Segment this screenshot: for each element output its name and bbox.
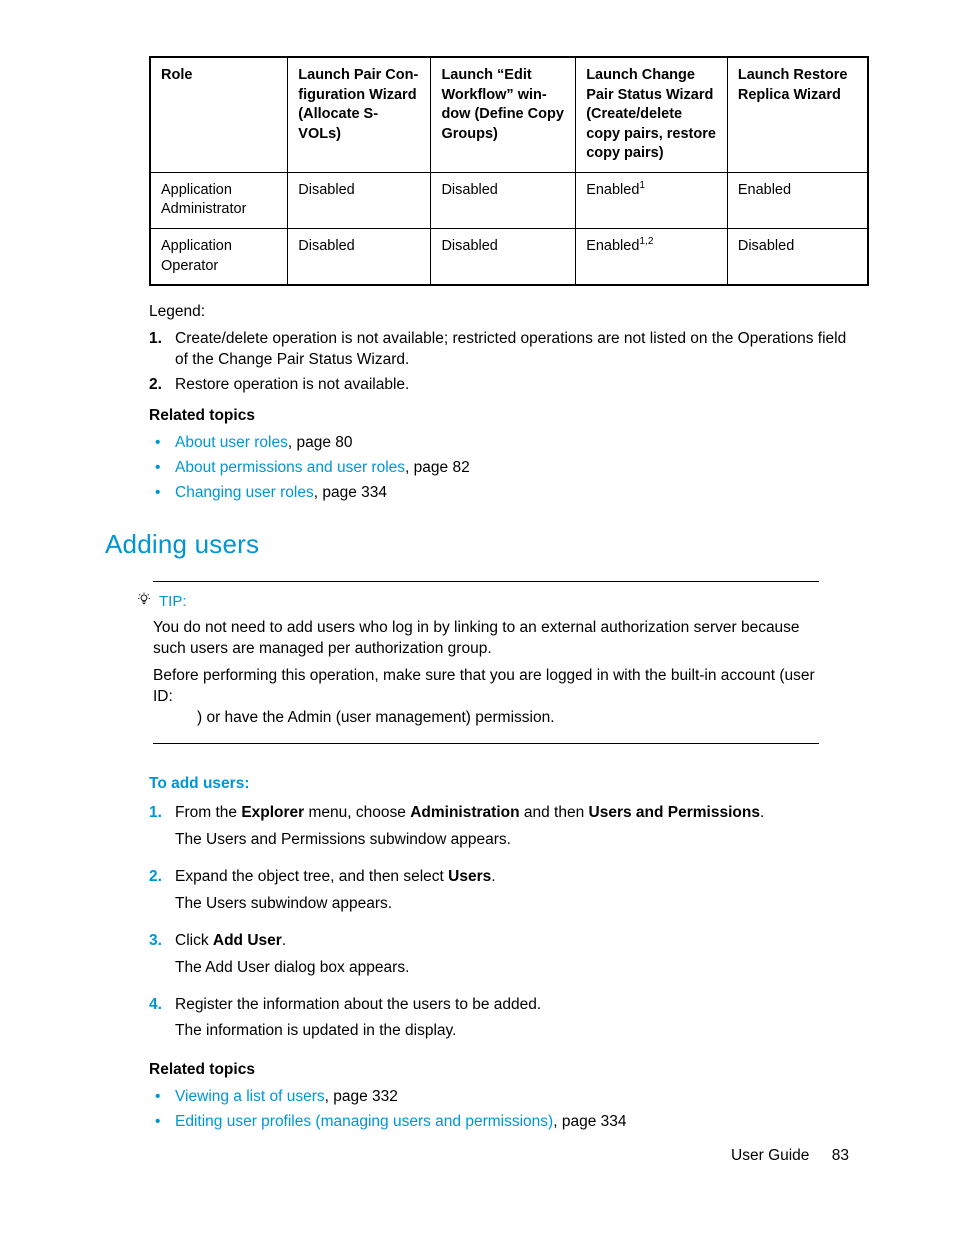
step-result: The Users and Permissions subwindow appe…	[175, 830, 849, 851]
page: Role Launch Pair Con­figuration Wizard (…	[0, 0, 954, 1235]
col-launch-pair: Launch Pair Con­figuration Wizard (Alloc…	[288, 57, 431, 172]
cell: Disabled	[288, 172, 431, 228]
link-changing-user-roles[interactable]: Changing user roles	[175, 484, 314, 501]
cell-role: Application Adminis­trator	[150, 172, 288, 228]
step-result: The Add User dialog box appears.	[175, 958, 849, 979]
cell: Enabled1	[576, 172, 728, 228]
step-2: 2. Expand the object tree, and then sele…	[149, 867, 849, 923]
table-row: Application Operator Disabled Disabled E…	[150, 228, 868, 285]
cell: Enabled	[727, 172, 868, 228]
related-topics-list: About user roles, page 80 About permissi…	[155, 433, 849, 504]
step-num: 1.	[149, 803, 175, 859]
table-row: Application Adminis­trator Disabled Disa…	[150, 172, 868, 228]
step-num: 2.	[149, 867, 175, 923]
tip-text-2: Before performing this operation, make s…	[153, 666, 819, 729]
step-num: 3.	[149, 931, 175, 987]
legend-item: 2. Restore operation is not available.	[149, 375, 849, 396]
tip-text-1: You do not need to add users who log in …	[153, 618, 819, 660]
legend-text: Create/delete operation is not available…	[175, 329, 849, 371]
cell: Disabled	[288, 228, 431, 285]
step-result: The Users subwindow appears.	[175, 894, 849, 915]
lightbulb-icon	[137, 592, 151, 613]
step-4: 4. Register the information about the us…	[149, 995, 849, 1051]
tip-rule-bottom	[153, 743, 819, 744]
link-about-user-roles[interactable]: About user roles	[175, 434, 288, 451]
link-editing-profiles[interactable]: Editing user profiles (managing users an…	[175, 1113, 553, 1130]
cell: Enabled1,2	[576, 228, 728, 285]
procedure-steps: 1. From the Explorer menu, choose Admini…	[149, 803, 849, 1050]
col-role: Role	[150, 57, 288, 172]
step-3: 3. Click Add User. The Add User dialog b…	[149, 931, 849, 987]
legend-list: 1. Create/delete operation is not availa…	[149, 329, 849, 396]
cell-role: Application Operator	[150, 228, 288, 285]
table-header-row: Role Launch Pair Con­figuration Wizard (…	[150, 57, 868, 172]
legend-label: Legend:	[149, 302, 849, 323]
section-heading-adding-users: Adding users	[105, 527, 849, 562]
col-restore-replica: Launch Restore Replica Wizard	[727, 57, 868, 172]
related-link-item: Changing user roles, page 334	[155, 483, 849, 504]
related-topics-heading-2: Related topics	[149, 1060, 849, 1081]
page-footer: User Guide 83	[731, 1146, 849, 1167]
related-topics-list-2: Viewing a list of users, page 332 Editin…	[155, 1087, 849, 1133]
col-edit-workflow: Launch “Edit Workflow” win­dow (Define C…	[431, 57, 576, 172]
legend-num: 1.	[149, 329, 175, 371]
permissions-table: Role Launch Pair Con­figuration Wizard (…	[149, 56, 869, 286]
cell: Disabled	[431, 172, 576, 228]
cell: Disabled	[727, 228, 868, 285]
cell: Disabled	[431, 228, 576, 285]
page-number: 83	[832, 1147, 849, 1164]
procedure-heading: To add users:	[149, 774, 849, 795]
step-result: The information is updated in the displa…	[175, 1021, 849, 1042]
step-1: 1. From the Explorer menu, choose Admini…	[149, 803, 849, 859]
legend-text: Restore operation is not available.	[175, 375, 849, 396]
legend-item: 1. Create/delete operation is not availa…	[149, 329, 849, 371]
link-viewing-users[interactable]: Viewing a list of users	[175, 1088, 325, 1105]
legend-num: 2.	[149, 375, 175, 396]
related-topics-heading: Related topics	[149, 406, 849, 427]
tip-box: TIP: You do not need to add users who lo…	[137, 581, 819, 757]
related-link-item: About user roles, page 80	[155, 433, 849, 454]
footer-label: User Guide	[731, 1147, 809, 1164]
col-change-pair-status: Launch Change Pair Status Wiz­ard (Creat…	[576, 57, 728, 172]
related-link-item: Viewing a list of users, page 332	[155, 1087, 849, 1108]
link-about-permissions[interactable]: About permissions and user roles	[175, 459, 405, 476]
related-link-item: About permissions and user roles, page 8…	[155, 458, 849, 479]
tip-label: TIP:	[159, 592, 187, 612]
tip-rule-top	[153, 581, 819, 582]
related-link-item: Editing user profiles (managing users an…	[155, 1112, 849, 1133]
step-num: 4.	[149, 995, 175, 1051]
